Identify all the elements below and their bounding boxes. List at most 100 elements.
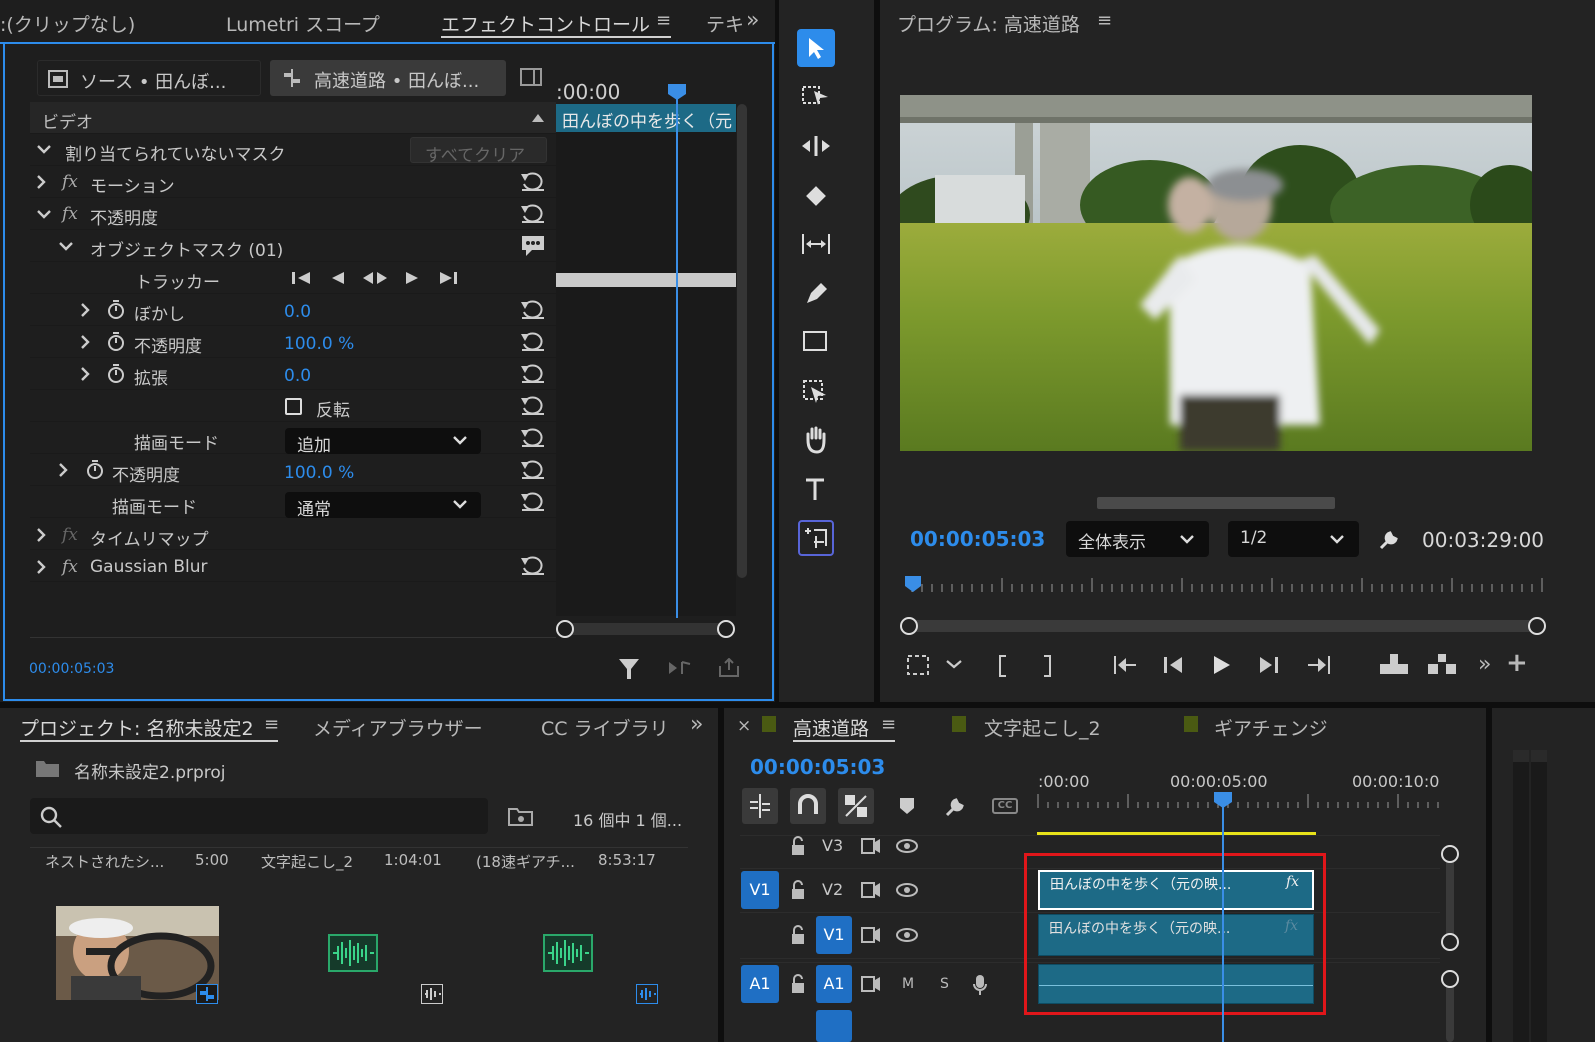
source-patch-a1[interactable]: A1 [741, 965, 779, 1003]
linked-selection-button[interactable] [838, 788, 874, 824]
selection-tool[interactable] [796, 28, 836, 68]
sync-lock-icon[interactable] [861, 976, 881, 992]
tab-menu-icon[interactable]: ≡ [656, 10, 671, 31]
slip-tool[interactable] [796, 224, 836, 264]
wrench-icon[interactable] [1378, 527, 1402, 551]
track-forward-icon[interactable] [438, 270, 458, 286]
eye-icon[interactable] [896, 882, 918, 898]
program-video-frame[interactable] [900, 95, 1532, 451]
stopwatch-icon[interactable] [107, 300, 125, 320]
rectangle-tool[interactable] [796, 322, 836, 362]
project-search-input[interactable] [30, 798, 488, 834]
chevron-right-icon[interactable] [36, 560, 46, 574]
track-backward-icon[interactable] [292, 270, 312, 286]
eye-icon[interactable] [896, 838, 918, 854]
tab-effect-controls[interactable]: エフェクトコントロール [441, 10, 650, 37]
play-audio-icon[interactable] [668, 660, 692, 678]
razor-tool[interactable] [796, 176, 836, 216]
step-back-icon[interactable] [1162, 654, 1184, 676]
pen-select-tool[interactable] [796, 372, 836, 412]
mark-in-icon[interactable] [996, 654, 1010, 678]
reset-icon[interactable] [520, 428, 546, 448]
add-marker-icon[interactable] [898, 796, 916, 816]
blur-value[interactable]: 0.0 [284, 302, 311, 322]
chevron-down-icon[interactable] [946, 659, 962, 669]
track-select-tool[interactable] [796, 76, 836, 116]
step-forward-icon[interactable] [1258, 654, 1280, 676]
type-tool[interactable] [796, 470, 836, 510]
project-thumbnail-nested[interactable] [56, 906, 219, 1000]
timeline-settings-wrench-icon[interactable] [944, 794, 968, 818]
chevron-down-icon[interactable] [59, 241, 73, 251]
chevron-right-icon[interactable] [58, 463, 68, 477]
track-label-v2[interactable]: V2 [822, 880, 843, 899]
chevron-right-icon[interactable] [80, 367, 90, 381]
chevron-down-icon[interactable] [37, 144, 51, 154]
video-track-scrollbar[interactable] [1446, 854, 1454, 944]
mini-clip-bar[interactable]: 田んぼの中を歩く（元 [556, 104, 736, 132]
lock-icon[interactable] [790, 836, 806, 856]
track-target-v1[interactable]: V1 [816, 916, 852, 954]
program-monitor-title[interactable]: プログラム: 高速道路 [897, 10, 1080, 37]
stopwatch-icon[interactable] [86, 460, 104, 480]
microphone-icon[interactable] [972, 974, 988, 996]
sync-lock-icon[interactable] [861, 882, 881, 898]
chevron-down-icon[interactable] [37, 209, 51, 219]
overflow-icon[interactable]: » [746, 8, 759, 33]
blend-mode-dropdown[interactable]: 追加 [285, 428, 481, 456]
captions-button-icon[interactable]: CC [992, 798, 1018, 814]
zoom-handle-left[interactable] [556, 620, 574, 638]
safe-margins-icon[interactable] [906, 654, 930, 676]
zoom-slider[interactable] [560, 623, 730, 635]
chevron-right-icon[interactable] [36, 175, 46, 189]
program-current-timecode[interactable]: 00:00:05:03 [910, 527, 1045, 551]
mini-scrollbar-track[interactable] [737, 104, 747, 578]
stopwatch-icon[interactable] [107, 364, 125, 384]
tab-sequence-highway[interactable]: 高速道路 [793, 714, 869, 741]
mask-opacity-value[interactable]: 100.0 % [284, 334, 354, 354]
chevron-right-icon[interactable] [36, 528, 46, 542]
project-menu-icon[interactable]: ≡ [264, 714, 279, 735]
sequence-clip-tab[interactable]: 高速道路 • 田んぼ... [270, 60, 506, 96]
mark-out-icon[interactable] [1040, 654, 1054, 678]
resolution-dropdown[interactable]: 1/2 [1228, 521, 1359, 557]
solo-button[interactable]: S [940, 976, 949, 992]
reset-icon[interactable] [520, 204, 546, 224]
object-mask-tool[interactable] [796, 518, 836, 558]
chevron-right-icon[interactable] [80, 303, 90, 317]
reset-icon[interactable] [520, 332, 546, 352]
audio-scroll-handle[interactable] [1441, 970, 1459, 988]
timeline-timecode[interactable]: 00:00:05:03 [750, 755, 885, 779]
panel-toggle-icon[interactable] [520, 68, 542, 86]
timeline-menu-icon[interactable]: ≡ [881, 714, 896, 735]
tab-cc-libraries[interactable]: CC ライブラリ [541, 714, 669, 741]
speech-bubble-icon[interactable] [520, 234, 546, 258]
stopwatch-icon[interactable] [107, 332, 125, 352]
eye-icon[interactable] [896, 927, 918, 943]
program-overflow-icon[interactable]: » [1478, 652, 1491, 677]
track-one-back-icon[interactable] [330, 270, 346, 286]
track-label-v3[interactable]: V3 [822, 836, 843, 855]
export-icon[interactable] [718, 658, 740, 678]
track-target-a1[interactable]: A1 [816, 965, 852, 1003]
go-to-out-icon[interactable] [1306, 654, 1332, 676]
filter-icon[interactable] [618, 658, 640, 680]
tab-sequence-transcript[interactable]: 文字起こし_2 [984, 714, 1101, 741]
scroll-handle-top[interactable] [1441, 845, 1459, 863]
reset-icon[interactable] [520, 300, 546, 320]
play-icon[interactable] [1210, 654, 1232, 676]
zoom-dropdown[interactable]: 全体表示 [1066, 521, 1209, 557]
tab-project[interactable]: プロジェクト: 名称未設定2 [20, 714, 254, 741]
reset-icon[interactable] [520, 556, 546, 576]
source-patch-v1[interactable]: V1 [741, 871, 779, 909]
sync-lock-icon[interactable] [861, 927, 881, 943]
clear-all-button[interactable]: すべてクリア [410, 137, 547, 166]
pen-tool[interactable] [796, 274, 836, 314]
timeline-ruler[interactable] [1036, 794, 1446, 810]
scroll-handle-bottom[interactable] [1441, 933, 1459, 951]
audio-thumbnail-icon[interactable] [543, 934, 593, 972]
chevron-right-icon[interactable] [80, 335, 90, 349]
project-overflow-icon[interactable]: » [690, 712, 703, 737]
collapse-up-icon[interactable] [532, 114, 544, 122]
blend-mode-2-dropdown[interactable]: 通常 [285, 492, 481, 520]
